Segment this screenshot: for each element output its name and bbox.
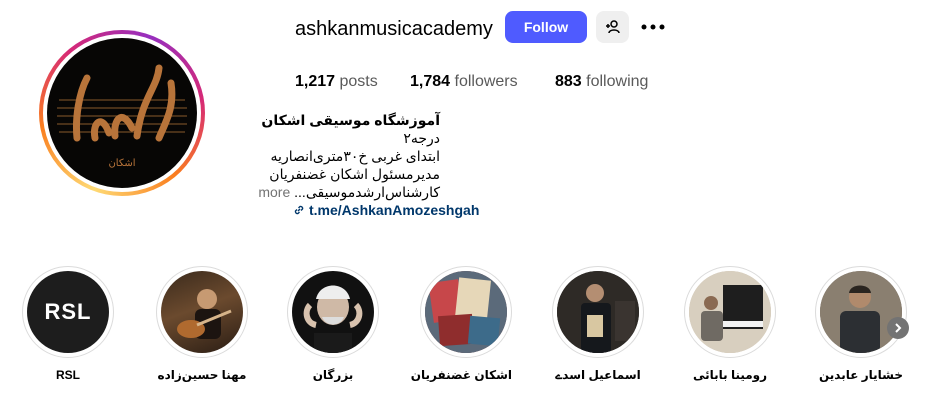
highlight-thumb-books xyxy=(425,271,507,353)
highlight-label: رومینا بابائی xyxy=(692,368,768,382)
highlight-esmaeil[interactable]: اسماعیل اسدے xyxy=(552,266,644,382)
profile-avatar-ring[interactable]: اشکان xyxy=(39,30,205,196)
highlight-ring xyxy=(287,266,379,358)
bio-more-link[interactable]: more xyxy=(258,184,290,200)
highlights-next-button[interactable] xyxy=(887,317,909,339)
svg-text:اشکان: اشکان xyxy=(108,158,135,169)
more-options-button[interactable] xyxy=(640,14,666,40)
highlight-thumb-elder xyxy=(292,271,374,353)
profile-link-text: t.me/AshkanAmozeshgah xyxy=(309,202,480,218)
highlight-ring xyxy=(156,266,248,358)
bio-name: آموزشگاه موسیقی اشکان xyxy=(261,112,440,128)
following-label: following xyxy=(586,73,649,90)
piano-image-icon xyxy=(689,271,771,353)
posts-label: posts xyxy=(339,73,378,90)
rsl-logo-icon: RSL xyxy=(44,299,92,324)
highlight-thumb-guitarist xyxy=(161,271,243,353)
profile-link[interactable]: t.me/AshkanAmozeshgah xyxy=(293,202,479,218)
academy-logo: اشکان xyxy=(57,64,187,169)
more-dots-icon xyxy=(641,24,665,30)
highlight-ring: RSL xyxy=(22,266,114,358)
avatar-gap: اشکان xyxy=(43,34,201,192)
highlight-thumb-man-book xyxy=(557,271,639,353)
highlight-label: بزرگان xyxy=(312,368,354,382)
bio-line-4: کارشناس‌ارشدموسیقی... xyxy=(294,184,440,200)
followers-label: followers xyxy=(454,73,518,90)
bio-line-1: درجه۲ xyxy=(403,130,440,146)
suggested-users-button[interactable] xyxy=(596,11,629,43)
followers-stat[interactable]: 1,784 followers xyxy=(410,72,518,92)
highlight-label: خشایار عابدین xyxy=(818,368,904,382)
man-portrait-icon xyxy=(820,271,902,353)
highlight-label: اشکان غضنفریان xyxy=(410,368,512,382)
guitarist-image-icon xyxy=(177,289,232,339)
bio-line-2: ابتدای غربی خ۳۰متری‌انصاریه xyxy=(270,148,440,164)
highlight-ashkan[interactable]: اشکان غضنفریان xyxy=(410,266,512,382)
profile-bio: آموزشگاه موسیقی اشکان درجه۲ ابتدای غربی … xyxy=(200,111,440,201)
bio-line-4-wrap: کارشناس‌ارشدموسیقی... more xyxy=(200,183,440,201)
posts-count: 1,217 xyxy=(295,73,336,90)
highlight-mahna[interactable]: مهنا حسین‌زاده xyxy=(156,266,248,382)
profile-username: ashkanmusicacademy xyxy=(295,18,493,40)
profile-avatar[interactable]: اشکان xyxy=(47,38,197,188)
following-stat[interactable]: 883 following xyxy=(555,72,648,92)
link-icon xyxy=(294,205,304,215)
bio-line-3: مدیرمسئول اشکان غضنفریان xyxy=(269,166,440,182)
follow-button[interactable]: Follow xyxy=(505,11,587,43)
highlight-label: RSL xyxy=(56,368,80,382)
highlight-label: مهنا حسین‌زاده xyxy=(157,368,247,382)
chevron-right-icon xyxy=(895,323,902,333)
highlight-bozorgan[interactable]: بزرگان xyxy=(287,266,379,382)
highlight-ring xyxy=(552,266,644,358)
elder-portrait-icon xyxy=(303,285,363,353)
highlight-thumb-piano xyxy=(689,271,771,353)
highlight-ring xyxy=(420,266,512,358)
highlight-label: اسماعیل اسدے xyxy=(555,368,641,382)
books-image-icon xyxy=(425,271,507,353)
highlight-thumb-man-portrait xyxy=(820,271,902,353)
following-count: 883 xyxy=(555,73,582,90)
highlight-ring xyxy=(815,266,907,358)
followers-count: 1,784 xyxy=(410,73,451,90)
man-with-book-icon xyxy=(557,271,639,353)
posts-stat: 1,217 posts xyxy=(295,72,378,92)
highlight-ring xyxy=(684,266,776,358)
highlight-thumb-rsl: RSL xyxy=(27,271,109,353)
add-user-icon xyxy=(605,20,620,34)
highlight-rsl[interactable]: RSL RSL xyxy=(22,266,114,382)
highlight-romina[interactable]: رومینا بابائی xyxy=(684,266,776,382)
